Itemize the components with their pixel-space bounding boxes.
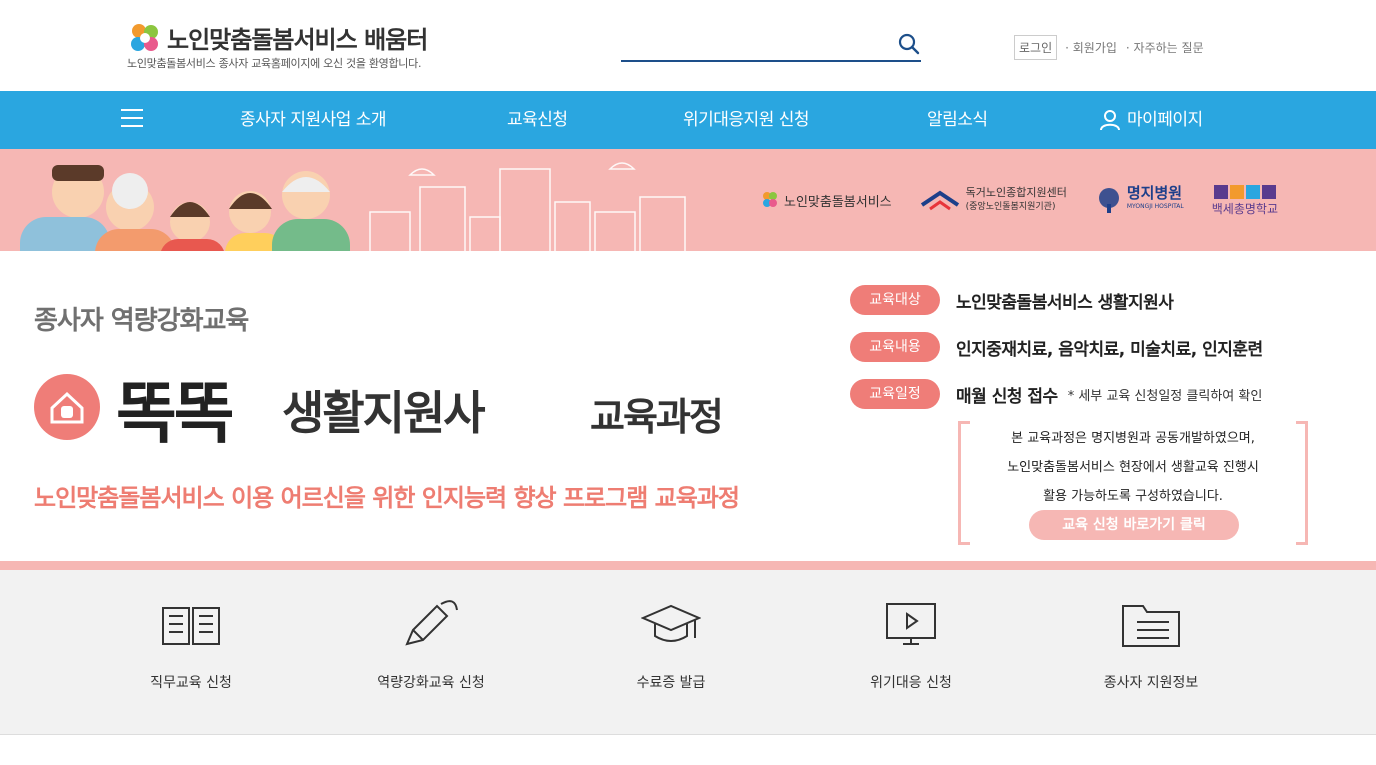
- banner-description: 노인맞춤돌봄서비스 이용 어르신을 위한 인지능력 향상 프로그램 교육과정: [34, 484, 740, 512]
- quick-item-certificate[interactable]: 수료증 발급: [551, 570, 791, 735]
- menu-icon[interactable]: [121, 109, 143, 131]
- course-description-line: 노인맞춤돌봄서비스 현장에서 생활교육 진행시: [1007, 460, 1259, 475]
- partner-logo-senior-center: 독거노인종합지원센터 (중앙노인돌봄지원기관): [920, 186, 1067, 214]
- utility-links: 로그인 · 회원가입 · 자주하는 질문: [1014, 35, 1213, 60]
- quick-item-job-training[interactable]: 직무교육 신청: [71, 570, 311, 735]
- info-value: 매월 신청 접수: [956, 386, 1058, 407]
- education-apply-button[interactable]: 교육 신청 바로가기 클릭: [1029, 510, 1239, 540]
- banner-mid-title: 생활지원사: [282, 386, 486, 440]
- quick-item-label: 위기대응 신청: [870, 675, 952, 691]
- quick-item-capacity-training[interactable]: 역량강화교육 신청: [311, 570, 551, 735]
- partner-name: 명지병원: [1126, 184, 1183, 202]
- nav-item-mypage[interactable]: 마이페이지: [1099, 91, 1203, 149]
- quick-item-label: 직무교육 신청: [150, 675, 232, 691]
- quick-item-crisis-apply[interactable]: 위기대응 신청: [791, 570, 1031, 735]
- info-row-schedule: 교육일정 매월 신청 접수 * 세부 교육 신청일정 클릭하여 확인: [850, 379, 1262, 409]
- faq-link[interactable]: · 자주하는 질문: [1126, 39, 1204, 56]
- info-label: 교육내용: [850, 332, 940, 362]
- nav-item-education-apply[interactable]: 교육신청: [507, 91, 568, 149]
- house-fist-icon: [50, 391, 84, 424]
- quick-item-support-info[interactable]: 종사자 지원정보: [1031, 570, 1271, 735]
- quick-item-label: 수료증 발급: [636, 675, 706, 691]
- info-row-content: 교육내용 인지중재치료, 음악치료, 미술치료, 인지훈련: [850, 332, 1263, 362]
- pencil-icon: [405, 600, 458, 646]
- banner-small-title: 종사자 역량강화교육: [34, 306, 249, 336]
- nav-item-program-intro[interactable]: 종사자 지원사업 소개: [240, 91, 387, 149]
- banner-big-title: 똑똑: [116, 375, 234, 452]
- senior-center-logo-icon: [920, 190, 959, 211]
- partner-name: 독거노인종합지원센터: [965, 186, 1067, 199]
- main-nav: 종사자 지원사업 소개 교육신청 위기대응지원 신청 알림소식 마이페이지: [0, 91, 1376, 149]
- course-description-line: 활용 가능하도록 구성하였습니다.: [1043, 489, 1223, 504]
- partner-name: 노인맞춤돌봄서비스: [784, 194, 892, 210]
- bracket-right: [1296, 421, 1308, 545]
- quick-item-label: 역량강화교육 신청: [377, 675, 485, 691]
- nav-item-mypage-label: 마이페이지: [1127, 110, 1203, 130]
- info-label: 교육대상: [850, 285, 940, 315]
- login-button[interactable]: 로그인: [1014, 35, 1058, 60]
- banner-header: 노인맞춤돌봄서비스 독거노인종합지원센터 (중앙노인돌봄지원기관) 명지병원 M…: [0, 149, 1376, 251]
- quick-menu: 직무교육 신청 역량강화교육 신청 수료증 발급 위기대응 신청 종사자 지원정…: [0, 570, 1376, 735]
- hospital-logo-icon: [1098, 188, 1119, 213]
- graduation-cap-icon: [641, 604, 701, 642]
- care-service-logo-icon: [763, 192, 777, 207]
- info-label: 교육일정: [850, 379, 940, 409]
- city-skyline: [369, 162, 686, 251]
- folder-list-icon: [1122, 605, 1180, 647]
- banner-divider: [0, 561, 1376, 570]
- partner-sub: (중앙노인돌봄지원기관): [965, 202, 1056, 212]
- search-bar: [621, 30, 921, 62]
- seniors-illustration: [20, 165, 350, 251]
- nav-item-crisis-support[interactable]: 위기대응지원 신청: [683, 91, 810, 149]
- course-description-line: 본 교육과정은 명지병원과 공동개발하였으며,: [1011, 431, 1255, 446]
- logo-title: 노인맞춤돌봄서비스 배움터: [167, 26, 428, 54]
- signup-link[interactable]: · 회원가입: [1065, 39, 1117, 56]
- partner-logo-care-service: 노인맞춤돌봄서비스: [760, 190, 892, 210]
- banner-tail-title: 교육과정: [590, 395, 724, 439]
- nav-item-notices[interactable]: 알림소식: [927, 91, 988, 149]
- partner-logo-school: 백세총명학교: [1212, 184, 1278, 217]
- logo-subtitle: 노인맞춤돌봄서비스 종사자 교육홈페이지에 오신 것을 환영합니다.: [127, 57, 422, 70]
- partner-logo-myongji-hospital: 명지병원 MYONGJI HOSPITAL: [1095, 186, 1184, 214]
- monitor-play-icon: [886, 603, 936, 645]
- partner-name: 백세총명학교: [1211, 201, 1278, 216]
- bracket-left: [958, 421, 970, 545]
- logo-icon: [131, 23, 158, 51]
- book-icon: [162, 607, 220, 645]
- quick-item-label: 종사자 지원정보: [1103, 675, 1199, 691]
- partner-sub: MYONGJI HOSPITAL: [1126, 203, 1184, 210]
- fist-badge-icon: [34, 374, 100, 440]
- user-icon: [1100, 110, 1120, 131]
- info-value: 노인맞춤돌봄서비스 생활지원사: [956, 292, 1174, 313]
- site-logo[interactable]: 노인맞춤돌봄서비스 배움터: [127, 20, 428, 55]
- info-row-target: 교육대상 노인맞춤돌봄서비스 생활지원사: [850, 285, 1174, 315]
- course-description-box: 본 교육과정은 명지병원과 공동개발하였으며, 노인맞춤돌봄서비스 현장에서 생…: [970, 424, 1296, 511]
- school-logo-icon: [1213, 184, 1276, 199]
- search-icon[interactable]: [897, 30, 921, 58]
- info-note: * 세부 교육 신청일정 클릭하여 확인: [1067, 388, 1263, 404]
- info-value: 인지중재치료, 음악치료, 미술치료, 인지훈련: [956, 339, 1263, 360]
- site-header: 노인맞춤돌봄서비스 배움터 노인맞춤돌봄서비스 종사자 교육홈페이지에 오신 것…: [0, 0, 1376, 91]
- partner-logos: 노인맞춤돌봄서비스 독거노인종합지원센터 (중앙노인돌봄지원기관) 명지병원 M…: [760, 149, 1278, 251]
- search-input[interactable]: [621, 30, 891, 58]
